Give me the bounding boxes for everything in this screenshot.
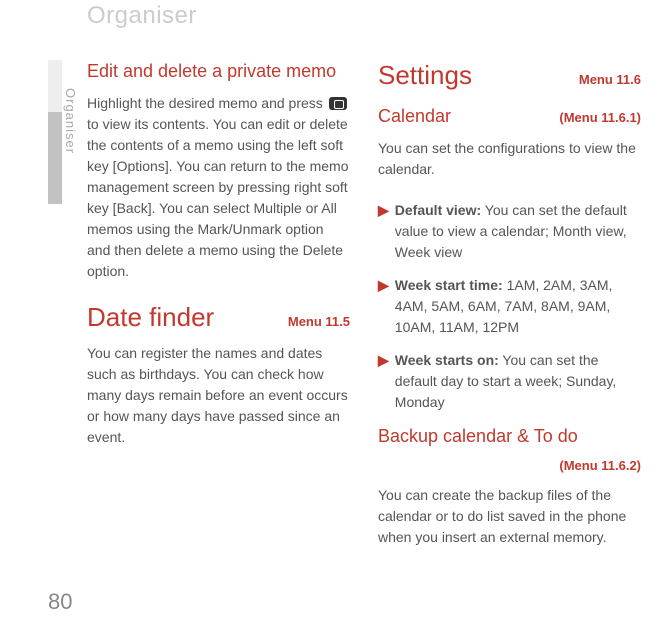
heading-date-finder: Date finder — [87, 302, 214, 333]
item-label: Default view: — [395, 202, 481, 218]
item-label: Week start time: — [395, 277, 503, 293]
page-number: 80 — [48, 589, 72, 615]
body-edit-delete-memo: Highlight the desired memo and press to … — [87, 93, 350, 282]
side-tab-label: Organiser — [63, 88, 78, 154]
heading-edit-delete-memo: Edit and delete a private memo — [87, 60, 350, 83]
body-date-finder: You can register the names and dates suc… — [87, 343, 350, 448]
item-label: Week starts on: — [395, 352, 499, 368]
body-calendar-intro: You can set the configurations to view t… — [378, 138, 641, 180]
text-after-icon: to view its contents. You can edit or de… — [87, 116, 348, 279]
list-item: ▶ Default view: You can set the default … — [378, 200, 641, 263]
ok-key-icon — [329, 97, 347, 110]
right-column: Settings Menu 11.6 Calendar (Menu 11.6.1… — [378, 60, 641, 568]
menu-ref-backup: (Menu 11.6.2) — [559, 458, 641, 473]
bullet-marker-icon: ▶ — [378, 350, 389, 413]
heading-calendar: Calendar — [378, 105, 451, 128]
bullet-marker-icon: ▶ — [378, 200, 389, 263]
heading-settings: Settings — [378, 60, 472, 91]
menu-ref-calendar: (Menu 11.6.1) — [559, 110, 641, 125]
bullet-marker-icon: ▶ — [378, 275, 389, 338]
menu-ref-settings: Menu 11.6 — [579, 72, 641, 87]
heading-backup: Backup calendar & To do — [378, 425, 641, 448]
list-item: ▶ Week start time: 1AM, 2AM, 3AM, 4AM, 5… — [378, 275, 641, 338]
side-tab-bar — [48, 60, 62, 600]
page-header: Organiser — [87, 2, 197, 30]
text-before-icon: Highlight the desired memo and press — [87, 95, 327, 111]
menu-ref-date-finder: Menu 11.5 — [288, 314, 350, 329]
list-item: ▶ Week starts on: You can set the defaul… — [378, 350, 641, 413]
left-column: Edit and delete a private memo Highlight… — [87, 60, 350, 568]
body-backup: You can create the backup files of the c… — [378, 485, 641, 548]
